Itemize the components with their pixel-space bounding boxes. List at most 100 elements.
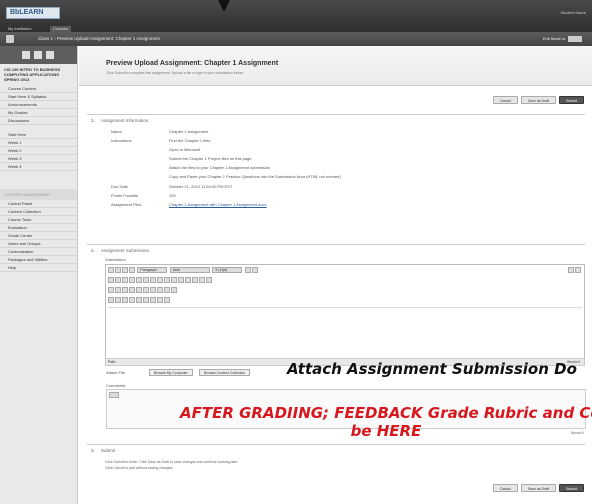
editor-toolbar-row-2 — [108, 277, 584, 284]
submit-button[interactable]: Submit — [559, 484, 584, 492]
underline-icon[interactable] — [122, 267, 128, 273]
spellcheck-icon[interactable] — [568, 267, 574, 273]
sidebar-item-start-here[interactable]: Start Here — [0, 131, 77, 139]
css-icon[interactable] — [157, 297, 163, 303]
superscript-icon[interactable] — [199, 277, 205, 283]
home-icon[interactable] — [6, 35, 14, 43]
breadcrumb[interactable]: Class 1 › Preview Upload Assignment: Cha… — [38, 35, 160, 43]
preview-icon[interactable] — [164, 297, 170, 303]
table-cell-icon[interactable] — [129, 297, 135, 303]
browse-computer-button[interactable]: Browse My Computer — [149, 369, 193, 376]
save-draft-button[interactable]: Save as Draft — [520, 96, 557, 104]
special-char-icon[interactable] — [136, 287, 142, 293]
sidebar-item-grade-center[interactable]: Grade Center — [0, 232, 77, 240]
anchor-icon[interactable] — [122, 287, 128, 293]
image-icon[interactable] — [157, 287, 163, 293]
sidebar-item-packages-utilities[interactable]: Packages and Utilities — [0, 256, 77, 264]
info-label: Name — [111, 129, 122, 134]
media-icon[interactable] — [164, 287, 170, 293]
horizontal-rule-icon[interactable] — [129, 287, 135, 293]
assignment-information-section: 1. Assignment Information Name Chapter 1… — [87, 114, 585, 244]
refresh-icon[interactable] — [34, 51, 42, 59]
attach-annotation: Attach Assignment Submission Do — [287, 360, 577, 378]
text-color-icon[interactable] — [244, 267, 251, 273]
sidebar-item-control-panel[interactable]: Control Panel — [0, 200, 77, 208]
bold-icon[interactable] — [108, 267, 114, 273]
attach-icon[interactable] — [171, 287, 177, 293]
font-size-select[interactable]: 3 (12pt) — [212, 267, 243, 273]
sidebar-item-start-here-syllabus[interactable]: Start Here & Syllabus — [0, 93, 77, 101]
sidebar-item-my-grades[interactable]: My Grades — [0, 109, 77, 117]
sidebar-item-week-4[interactable]: Week 4 — [0, 163, 77, 171]
justify-icon[interactable] — [164, 277, 170, 283]
sidebar-item-users-groups[interactable]: Users and Groups — [0, 240, 77, 248]
math-icon[interactable] — [150, 287, 156, 293]
bullet-list-icon[interactable] — [171, 277, 177, 283]
comment-toolbar-icon[interactable] — [109, 392, 119, 398]
sidebar-item-help[interactable]: Help — [0, 264, 77, 272]
user-menu[interactable]: Student Name — [560, 10, 586, 15]
toggle-switch-icon[interactable] — [568, 35, 582, 42]
unlink-icon[interactable] — [115, 287, 121, 293]
editor-toolbar-row-1: Paragraph Arial 3 (12pt) — [108, 267, 584, 274]
save-draft-button[interactable]: Save as Draft — [520, 484, 557, 492]
info-value: Open in Microsoft — [169, 147, 201, 152]
info-value: Copy and Paste your Chapter 1 Practice Q… — [169, 174, 341, 179]
align-center-icon[interactable] — [150, 277, 156, 283]
section-number: 2. — [91, 248, 95, 253]
cancel-button[interactable]: Cancel — [492, 484, 518, 492]
fullscreen-icon[interactable] — [575, 267, 581, 273]
align-right-icon[interactable] — [157, 277, 163, 283]
submit-button[interactable]: Submit — [559, 96, 584, 104]
browse-collection-button[interactable]: Browse Content Collection — [199, 369, 251, 376]
sidebar-item-content-collection[interactable]: Content Collection — [0, 208, 77, 216]
table-split-icon[interactable] — [143, 297, 149, 303]
cut-icon[interactable] — [108, 277, 114, 283]
menu-view-icon[interactable] — [46, 51, 54, 59]
html-icon[interactable] — [150, 297, 156, 303]
info-label: Assignment Files — [111, 202, 142, 207]
top-button-row: Cancel Save as Draft Submit — [490, 96, 584, 104]
numbered-list-icon[interactable] — [178, 277, 184, 283]
link-icon[interactable] — [108, 287, 114, 293]
align-left-icon[interactable] — [143, 277, 149, 283]
text-editor[interactable]: Paragraph Arial 3 (12pt) — [105, 264, 585, 364]
section-title: Assignment Submission — [101, 248, 150, 253]
table-icon[interactable] — [108, 297, 114, 303]
sidebar-item-week-1[interactable]: Week 1 — [0, 139, 77, 147]
sidebar-item-course-content[interactable]: Course Content — [0, 85, 77, 93]
highlight-icon[interactable] — [251, 267, 258, 273]
outdent-icon[interactable] — [185, 277, 191, 283]
sidebar-item-week-3[interactable]: Week 3 — [0, 155, 77, 163]
paste-icon[interactable] — [122, 277, 128, 283]
indent-icon[interactable] — [192, 277, 198, 283]
sidebar-item-discussions[interactable]: Discussions — [0, 117, 77, 125]
top-banner: BbLEARN My Institution Courses Student N… — [0, 0, 592, 32]
sidebar-item-announcements[interactable]: Announcements — [0, 101, 77, 109]
attach-file-label: Attach File — [106, 370, 125, 375]
assignment-file-link[interactable]: Chapter 1 Assignment with Chapter 1 Assi… — [169, 202, 267, 207]
font-family-select[interactable]: Arial — [169, 267, 210, 273]
subscript-icon[interactable] — [206, 277, 212, 283]
table-col-icon[interactable] — [122, 297, 128, 303]
cancel-button[interactable]: Cancel — [492, 96, 518, 104]
sidebar-item-customization[interactable]: Customization — [0, 248, 77, 256]
emoticon-icon[interactable] — [143, 287, 149, 293]
add-icon[interactable] — [22, 51, 30, 59]
redo-icon[interactable] — [136, 277, 142, 283]
table-row-icon[interactable] — [115, 297, 121, 303]
sidebar-item-course-tools[interactable]: Course Tools — [0, 216, 77, 224]
copy-icon[interactable] — [115, 277, 121, 283]
strikethrough-icon[interactable] — [129, 267, 135, 273]
undo-icon[interactable] — [129, 277, 135, 283]
sidebar-item-week-2[interactable]: Week 2 — [0, 147, 77, 155]
sidebar-item-evaluation[interactable]: Evaluation — [0, 224, 77, 232]
course-title[interactable]: CIS 105 INTRO TO BUSINESS COMPUTING APPL… — [0, 64, 77, 85]
editor-text-area[interactable] — [108, 307, 582, 359]
edit-mode-toggle[interactable]: Edit Mode is: — [543, 35, 582, 43]
course-menu: CIS 105 INTRO TO BUSINESS COMPUTING APPL… — [0, 46, 78, 504]
info-label: Instructions — [111, 138, 132, 143]
italic-icon[interactable] — [115, 267, 121, 273]
paragraph-format-select[interactable]: Paragraph — [137, 267, 168, 273]
table-merge-icon[interactable] — [136, 297, 142, 303]
